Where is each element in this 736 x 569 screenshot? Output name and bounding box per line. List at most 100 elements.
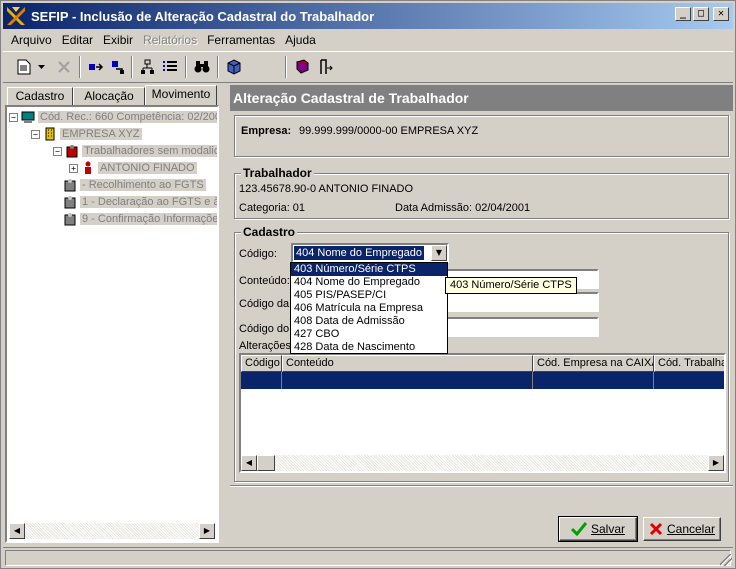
scroll-right-icon[interactable]: ▶ [199,523,215,539]
toolbar-separator [185,56,187,78]
title-bar: SEFIP - Inclusão de Alteração Cadastral … [3,3,733,29]
codigo-da-label: Código da [239,298,290,310]
codigo-label: Código: [239,248,277,260]
alteracao-panel: Alteração Cadastral de Trabalhador Empre… [230,85,733,543]
alteracoes-grid[interactable]: Código Conteúdo Cód. Empresa na CAIXA Có… [239,353,726,473]
tree-node-antonio[interactable]: + ANTONIO FINADO [69,160,197,176]
empresa-value: 99.999.999/0000-00 EMPRESA XYZ [299,125,479,137]
cube-icon[interactable] [223,56,245,78]
tab-cadastro[interactable]: Cadastro [7,87,73,105]
workers-group-icon [64,179,76,192]
grid-column-cod-empresa[interactable]: Cód. Empresa na CAIXA [533,355,654,372]
conteudo-label: Conteúdo: [239,275,290,287]
grid-cell[interactable] [533,372,654,389]
tree-node-declaracao[interactable]: 1 - Declaração ao FGTS e à Previdência [63,194,217,210]
list-icon[interactable] [159,56,181,78]
tree-label-declaracao: 1 - Declaração ao FGTS e à Previdência [80,196,217,208]
dropdown-option-405[interactable]: 405 PIS/PASEP/CI [291,289,447,302]
binoculars-icon[interactable] [191,56,213,78]
alteracoes-label: Alterações: [239,340,295,352]
collapse-icon[interactable]: − [53,146,62,156]
trabalhador-admissao: Data Admissão: 02/04/2001 [395,202,531,214]
import-icon[interactable] [85,56,107,78]
menu-relatorios: Relatórios [143,32,198,47]
tree-node-confirmacao[interactable]: 9 - Confirmação Informações [63,211,217,227]
grid-header: Código Conteúdo Cód. Empresa na CAIXA Có… [241,355,724,372]
menu-ferramentas[interactable]: Ferramentas [202,33,280,47]
dropdown-arrow-icon[interactable] [35,56,47,78]
grid-column-cod-trabalhador[interactable]: Cód. Trabalhador [654,355,724,372]
collapse-icon[interactable]: − [9,112,18,122]
empresa-group: Empresa: 99.999.999/0000-00 EMPRESA XYZ [234,115,729,157]
tree-node-trabalhadores[interactable]: − Trabalhadores sem modalidade [53,143,217,159]
grid-cell[interactable] [241,372,282,389]
scroll-thumb[interactable] [257,455,275,471]
navigation-tabs: Cadastro Alocação Movimento [5,85,219,105]
salvar-label: Salvar [590,522,625,536]
tree-label-empresa: EMPRESA XYZ [60,128,142,140]
tree-node-empresa[interactable]: − EMPRESA XYZ [31,126,142,142]
toolbar [3,51,733,83]
salvar-button[interactable]: Salvar [558,516,638,542]
tree-label-antonio: ANTONIO FINADO [98,162,197,174]
menu-exibir[interactable]: Exibir [98,33,138,47]
trabalhador-id-name: 123.45678.90-0 ANTONIO FINADO [239,183,414,195]
scroll-right-icon[interactable]: ▶ [708,455,724,471]
maximize-button[interactable]: □ [693,7,709,21]
grid-cell[interactable] [282,372,533,389]
tree-icon[interactable] [137,56,159,78]
scroll-track[interactable] [275,455,708,471]
export-icon[interactable] [107,56,129,78]
window-title: SEFIP - Inclusão de Alteração Cadastral … [31,8,375,24]
page-title: Alteração Cadastral de Trabalhador [230,85,733,111]
tab-alocacao[interactable]: Alocação [73,87,145,105]
menu-editar[interactable]: Editar [57,33,98,47]
scroll-left-icon[interactable]: ◀ [9,523,25,539]
codigo-do-label: Código do [239,323,290,335]
dropdown-option-406[interactable]: 406 Matrícula na Empresa [291,302,447,315]
dropdown-option-408[interactable]: 408 Data de Admissão [291,315,447,328]
dropdown-option-403[interactable]: 403 Número/Série CTPS [291,263,447,276]
trabalhador-categoria: Categoria: 01 [239,202,306,214]
dropdown-option-427[interactable]: 427 CBO [291,328,447,341]
person-icon [85,161,91,174]
sefip-logo-icon [7,7,25,25]
cancelar-button[interactable]: Cancelar [643,517,721,541]
tab-movimento[interactable]: Movimento [145,85,217,105]
grid-cell[interactable] [654,372,724,389]
grid-column-conteudo[interactable]: Conteúdo [282,355,533,372]
grid-horizontal-scrollbar[interactable]: ◀ ▶ [241,455,724,471]
grid-column-codigo[interactable]: Código [241,355,282,372]
dropdown-option-428[interactable]: 428 Data de Nascimento [291,341,447,354]
cancelar-label: Cancelar [666,522,716,536]
book-icon[interactable] [291,56,313,78]
codigo-select[interactable]: 404 Nome do Empregado ▼ [291,243,449,263]
menu-ajuda[interactable]: Ajuda [280,33,321,47]
toolbar-separator [285,56,287,78]
collapse-icon[interactable]: − [31,129,40,139]
trabalhador-group: Trabalhador 123.45678.90-0 ANTONIO FINAD… [234,166,729,219]
table-row[interactable] [241,372,724,389]
scroll-left-icon[interactable]: ◀ [241,455,257,471]
tree-node-competencia[interactable]: − Cód. Rec.: 660 Competência: 02/2001 [9,109,217,125]
new-document-icon[interactable] [13,56,35,78]
menu-arquivo[interactable]: Arquivo [6,33,57,47]
codigo-dropdown-list[interactable]: 403 Número/Série CTPS 404 Nome do Empreg… [290,262,448,354]
workers-group-icon [64,213,76,226]
building-icon [45,127,55,141]
movimento-tree: − Cód. Rec.: 660 Competência: 02/2001 − … [5,105,219,543]
scroll-track[interactable] [25,523,199,539]
exit-icon[interactable] [315,56,337,78]
app-window: SEFIP - Inclusão de Alteração Cadastral … [0,0,736,569]
tree-horizontal-scrollbar[interactable]: ◀ ▶ [9,523,215,539]
tree-node-recolhimento[interactable]: - Recolhimento ao FGTS [63,177,206,193]
expand-icon[interactable]: + [69,163,78,173]
chevron-down-icon[interactable]: ▼ [431,245,447,261]
workers-group-icon [66,145,78,158]
resize-grip-icon[interactable] [720,554,732,566]
status-pane [5,550,731,566]
close-button[interactable]: ✕ [713,7,729,21]
minimize-button[interactable]: _ [675,7,691,21]
toolbar-separator [217,56,219,78]
dropdown-option-404[interactable]: 404 Nome do Empregado [291,276,447,289]
